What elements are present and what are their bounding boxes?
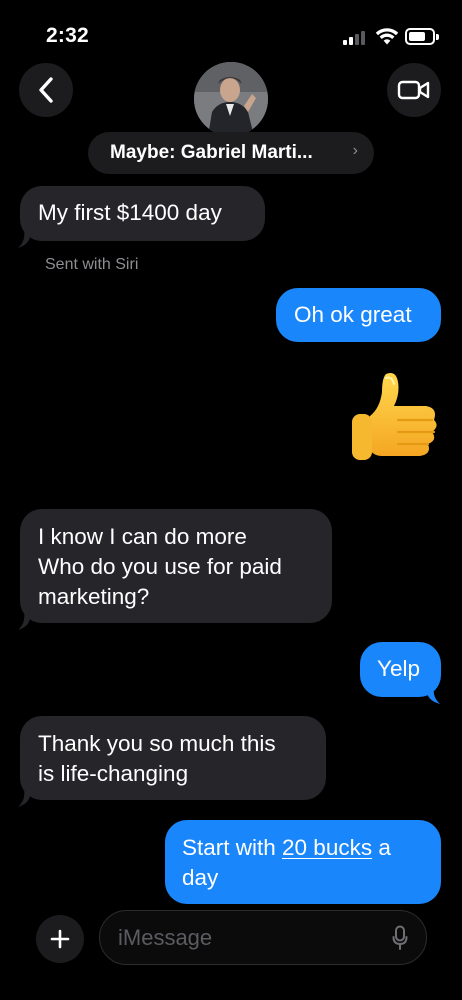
status-time: 2:32 [46, 24, 89, 47]
contact-name-pill[interactable]: Maybe: Gabriel Marti... › [88, 132, 374, 174]
video-camera-icon [397, 80, 430, 100]
bubble-tail [18, 788, 30, 807]
message-line: I know I can do more [38, 524, 247, 549]
message-line: is life-changing [38, 761, 189, 786]
chevron-right-icon: › [352, 142, 358, 159]
bubble-tail [427, 685, 440, 704]
avatar-photo [194, 62, 268, 136]
detected-link[interactable]: 20 bucks [282, 835, 372, 860]
incoming-message[interactable]: I know I can do more Who do you use for … [20, 509, 332, 623]
outgoing-message[interactable]: Start with 20 bucks a day [165, 820, 441, 904]
message-text: Oh ok great [294, 302, 412, 327]
sent-with-siri-note: Sent with Siri [45, 256, 139, 273]
message-text: a [372, 835, 391, 860]
message-line: Thank you so much this [38, 731, 276, 756]
contact-avatar[interactable] [194, 62, 268, 136]
message-input[interactable] [118, 911, 378, 964]
message-line: Who do you use for paid [38, 554, 282, 579]
bubble-tail [18, 229, 30, 248]
status-bar: 2:32 [0, 0, 462, 60]
message-text: Start with [182, 835, 283, 860]
message-line: Start with 20 bucks a [182, 833, 424, 863]
message-text: My first $1400 day [38, 200, 222, 225]
microphone-icon[interactable] [392, 925, 408, 951]
bubble-tail [18, 611, 30, 630]
apps-plus-button[interactable] [36, 915, 84, 963]
imessage-field[interactable] [99, 910, 427, 965]
plus-icon [50, 929, 70, 949]
battery-icon [405, 28, 439, 45]
message-line: marketing? [38, 584, 150, 609]
incoming-message[interactable]: Thank you so much this is life-changing [20, 716, 326, 800]
message-line: day [182, 865, 219, 890]
signal-icon [343, 31, 369, 45]
back-button[interactable] [19, 63, 73, 117]
outgoing-message[interactable]: Oh ok great [276, 288, 441, 342]
wifi-icon [375, 28, 399, 45]
incoming-message[interactable]: My first $1400 day [20, 186, 265, 241]
video-call-button[interactable] [387, 63, 441, 117]
thumbs-up-emoji[interactable] [348, 368, 440, 464]
contact-name: Maybe: Gabriel Marti... [110, 142, 313, 163]
back-chevron-icon [39, 77, 53, 103]
message-text: Yelp [377, 656, 420, 681]
